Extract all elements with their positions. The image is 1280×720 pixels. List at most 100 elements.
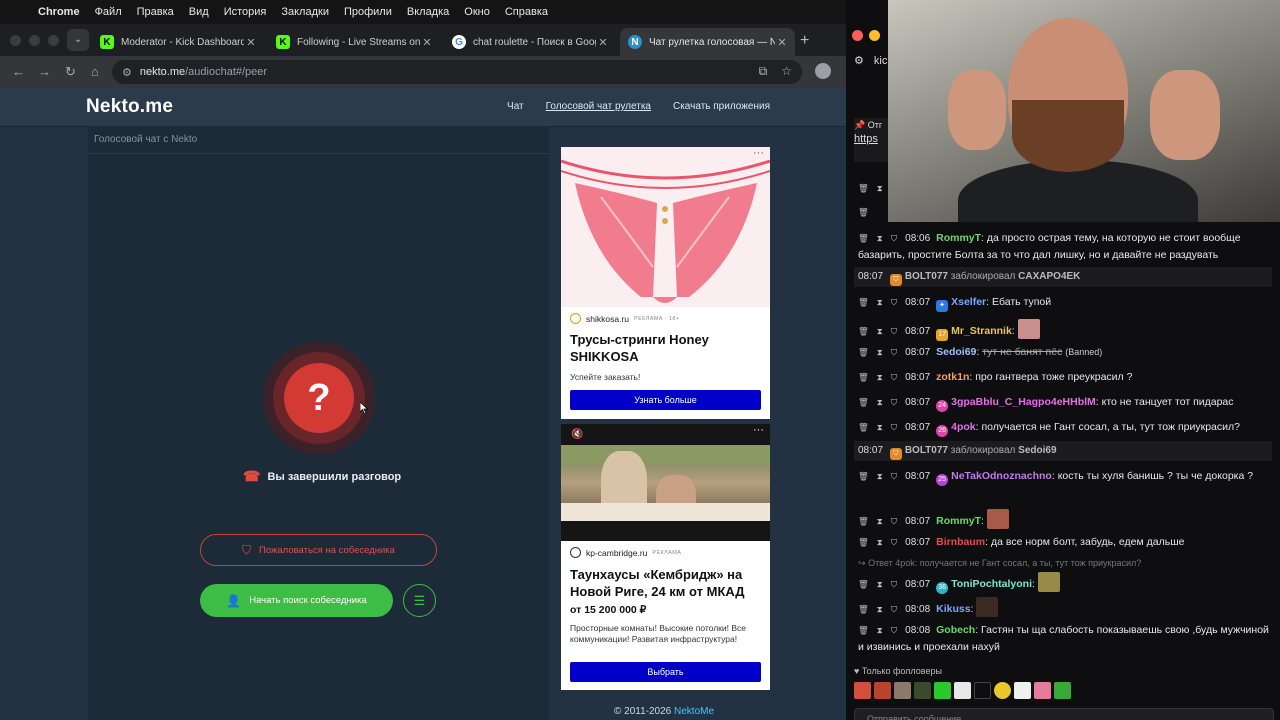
shield-mod-icon[interactable]: ⛉: [891, 233, 897, 243]
message-username[interactable]: Gobech: [936, 624, 975, 636]
trash-icon[interactable]: 🗑: [858, 579, 869, 589]
chat-message[interactable]: 🗑 ⧗ ⛉ 08:07 25 NeTakOdnoznachno: кость ты ху…: [858, 468, 1272, 486]
tab-search-button[interactable]: ⌄: [67, 29, 89, 51]
chat-message-deleted[interactable]: 🗑 ⧗ ⛉ 08:07 Sedoi69: тут не банят пёс (Bann…: [858, 344, 1272, 361]
message-username[interactable]: Sedoi69: [936, 346, 976, 358]
trash-icon[interactable]: 🗑: [858, 471, 869, 481]
hourglass-icon[interactable]: ⧗: [877, 347, 883, 357]
nav-voice-chat[interactable]: Голосовой чат рулетка: [546, 101, 651, 112]
menu-window[interactable]: Окно: [464, 6, 490, 18]
hourglass-icon[interactable]: ⧗: [877, 516, 883, 526]
shield-mod-icon[interactable]: ⛉: [891, 604, 897, 614]
chat-message[interactable]: 🗑 ⧗ ⛉ 08:07 36 ToniPochtalyoni:: [858, 572, 1272, 594]
trash-icon[interactable]: 🗑: [858, 326, 869, 336]
ad-menu-icon[interactable]: ···: [753, 424, 764, 436]
chat-message[interactable]: 🗑 ⧗ ⛉ 08:07 24 3gpaBblu_C_Hagpo4eHHblM: кто …: [858, 394, 1272, 412]
hourglass-icon[interactable]: ⧗: [877, 372, 883, 382]
address-bar[interactable]: ⚙ nekto.me/audiochat#/peer ⧉ ☆: [112, 60, 802, 84]
browser-tab[interactable]: K Moderator - Kick Dashboard ✕: [92, 28, 264, 56]
ad-video[interactable]: 🔇 ···: [561, 424, 770, 541]
search-settings-button[interactable]: ☰: [403, 584, 436, 617]
trash-icon[interactable]: 🗑: [858, 207, 869, 217]
trash-icon[interactable]: 🗑: [858, 297, 869, 307]
browser-tab[interactable]: K Following - Live Streams on K ✕: [268, 28, 440, 56]
chat-message[interactable]: 🗑 ⧗ ⛉ 08:07 26 4pok: получается не Гант соса…: [858, 419, 1272, 437]
shield-mod-icon[interactable]: ⛉: [891, 372, 897, 382]
minimize-window-button[interactable]: [869, 30, 880, 41]
chat-message[interactable]: 🗑 ⧗ ⛉ 08:07 zotk1n: про гантвера тоже преук…: [858, 369, 1272, 386]
close-tab-icon[interactable]: ✕: [596, 36, 610, 49]
shield-mod-icon[interactable]: ⛉: [891, 397, 897, 407]
ad-banner-cambridge[interactable]: 🔇 ··· kp-cambridge.ru РЕКЛАМА Таунхаусы …: [561, 424, 770, 690]
hourglass-icon[interactable]: ⧗: [877, 604, 883, 614]
menu-bookmarks[interactable]: Закладки: [281, 6, 329, 18]
minimize-window-button[interactable]: [29, 35, 40, 46]
reply-context[interactable]: ↪ Ответ 4pok: получается не Гант сосал, …: [858, 558, 1141, 569]
emote-button[interactable]: [894, 682, 911, 699]
emote-button[interactable]: [1054, 682, 1071, 699]
trash-icon[interactable]: 🗑: [858, 604, 869, 614]
chat-message[interactable]: 🗑 ⧗ ⛉ 08:07 ✦ Xselfer: Ебать тупой: [858, 294, 1272, 312]
ad-menu-icon[interactable]: ···: [753, 147, 764, 159]
menu-chrome[interactable]: Chrome: [38, 6, 80, 18]
event-target[interactable]: Sedoi69: [1018, 445, 1056, 456]
reload-icon[interactable]: ↻: [65, 64, 76, 80]
menu-edit[interactable]: Правка: [137, 6, 174, 18]
shield-mod-icon[interactable]: ⛉: [891, 471, 897, 481]
install-app-icon[interactable]: ⧉: [759, 64, 768, 79]
shield-mod-icon[interactable]: ⛉: [891, 625, 897, 635]
bookmark-star-icon[interactable]: ☆: [781, 64, 792, 79]
emote-button[interactable]: [854, 682, 871, 699]
event-target[interactable]: CAXAPO4EK: [1018, 271, 1080, 282]
hourglass-icon[interactable]: ⧗: [877, 422, 883, 432]
shield-mod-icon[interactable]: ⛉: [891, 422, 897, 432]
close-tab-icon[interactable]: ✕: [244, 36, 258, 49]
nav-chat[interactable]: Чат: [507, 101, 524, 112]
nav-download-apps[interactable]: Скачать приложения: [673, 101, 770, 112]
chat-message[interactable]: 🗑 ⧗ ⛉ 08:06 RommyT: да просто острая тему, …: [858, 230, 1272, 263]
message-username[interactable]: RommyT: [936, 515, 981, 527]
ad-banner-shikkosa[interactable]: ··· shikkosa.ru РЕКЛАМА · 18+ Трусы-стри…: [561, 147, 770, 419]
site-info-icon[interactable]: ⚙: [122, 66, 132, 79]
hourglass-icon[interactable]: ⧗: [877, 297, 883, 307]
home-icon[interactable]: ⌂: [91, 64, 99, 79]
kick-tab[interactable]: ⚙ kick: [854, 54, 893, 67]
shield-mod-icon[interactable]: ⛉: [891, 516, 897, 526]
apple-icon[interactable]: [14, 5, 28, 19]
menu-view[interactable]: Вид: [189, 6, 209, 18]
emote-button[interactable]: [914, 682, 931, 699]
trash-icon[interactable]: 🗑: [858, 516, 869, 526]
menu-history[interactable]: История: [224, 6, 267, 18]
new-tab-icon[interactable]: +: [800, 32, 809, 50]
shield-mod-icon[interactable]: ⛉: [891, 326, 897, 336]
hourglass-icon[interactable]: ⧗: [877, 625, 883, 635]
message-username[interactable]: Birnbaum: [936, 536, 985, 548]
close-window-button[interactable]: [10, 35, 21, 46]
browser-tab[interactable]: G chat roulette - Поиск в Goog ✕: [444, 28, 616, 56]
chat-message-partial[interactable]: 🗑: [858, 204, 1272, 220]
chat-message-input[interactable]: Отправить сообщение: [854, 708, 1274, 720]
event-moderator[interactable]: BOLT077: [905, 445, 948, 456]
emote-button[interactable]: [934, 682, 951, 699]
hourglass-icon[interactable]: ⧗: [877, 537, 883, 547]
menu-profiles[interactable]: Профили: [344, 6, 392, 18]
trash-icon[interactable]: 🗑: [858, 397, 869, 407]
message-username[interactable]: ToniPochtalyoni: [951, 578, 1032, 590]
message-username[interactable]: NeTakOdnoznachno: [951, 470, 1052, 482]
forward-icon[interactable]: →: [38, 64, 51, 79]
menu-help[interactable]: Справка: [505, 6, 548, 18]
ad-cta-button[interactable]: Узнать больше: [570, 390, 761, 410]
site-logo[interactable]: Nekto.me: [86, 96, 173, 118]
chat-message[interactable]: 🗑 ⧗ ⛉ 08:08 Gobech: Гастян ты ща слабость п…: [858, 622, 1272, 655]
emote-button[interactable]: [994, 682, 1011, 699]
emote-button[interactable]: [1034, 682, 1051, 699]
chat-message-partial[interactable]: 🗑 ⧗: [858, 180, 1272, 196]
shield-mod-icon[interactable]: ⛉: [891, 579, 897, 589]
trash-icon[interactable]: 🗑: [858, 422, 869, 432]
message-username[interactable]: zotk1n: [936, 371, 969, 383]
report-partner-button[interactable]: ⛉ Пожаловаться на собеседника: [200, 534, 437, 566]
close-tab-icon[interactable]: ✕: [775, 36, 789, 49]
close-window-button[interactable]: [852, 30, 863, 41]
message-username[interactable]: 3gpaBblu_C_Hagpo4eHHblM: [951, 396, 1096, 408]
ad-cta-button[interactable]: Выбрать: [570, 662, 761, 682]
